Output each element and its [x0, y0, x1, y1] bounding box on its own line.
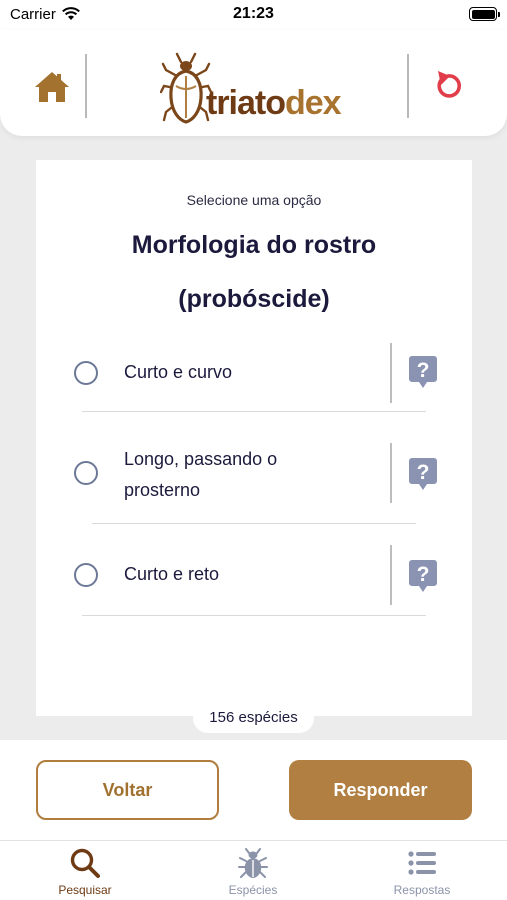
option-separator — [82, 615, 426, 616]
option-separator — [82, 411, 426, 412]
refresh-icon — [437, 71, 461, 98]
help-icon[interactable]: ? — [408, 355, 438, 389]
option-divider — [390, 443, 392, 503]
battery-icon — [469, 7, 500, 21]
question-title: Morfologia do rostro (probóscide) — [131, 231, 377, 313]
list-icon — [408, 851, 436, 875]
option-divider — [390, 343, 392, 403]
restart-button[interactable] — [430, 68, 466, 104]
logo-wordmark: triatodex — [206, 84, 342, 122]
bug-icon — [238, 848, 268, 878]
svg-text:?: ? — [417, 563, 430, 586]
question-card: Selecione uma opção Morfologia do rostro… — [36, 160, 472, 716]
home-button[interactable] — [33, 68, 71, 106]
app-logo: triatodex — [160, 52, 342, 124]
svg-text:?: ? — [417, 359, 430, 382]
header-divider-right — [407, 54, 409, 118]
tab-label: Respostas — [393, 883, 451, 897]
option-row[interactable]: Curto e curvo ? — [36, 342, 472, 406]
option-label: Longo, passando o prosterno — [124, 449, 278, 500]
help-icon[interactable]: ? — [408, 457, 438, 491]
option-label: Curto e reto — [124, 564, 220, 584]
answer-button[interactable]: Responder — [289, 760, 472, 820]
back-button[interactable]: Voltar — [36, 760, 219, 820]
radio-button[interactable] — [74, 461, 98, 485]
species-count-badge: 156 espécies — [193, 703, 314, 733]
radio-button[interactable] — [74, 361, 98, 385]
search-icon — [70, 848, 100, 878]
app-header: triatodex — [0, 30, 507, 136]
tab-label: Pesquisar — [58, 883, 112, 897]
option-row[interactable]: Curto e reto ? — [36, 544, 472, 608]
status-bar: Carrier 21:23 — [0, 0, 507, 30]
home-icon — [35, 72, 69, 102]
option-divider — [390, 545, 392, 605]
bug-logo-icon — [160, 52, 212, 124]
help-icon[interactable]: ? — [408, 559, 438, 593]
tab-species[interactable]: Espécies — [198, 847, 308, 897]
action-bar: Voltar Responder — [0, 740, 507, 840]
tab-answers[interactable]: Respostas — [367, 847, 477, 897]
option-separator — [92, 523, 416, 524]
header-divider-left — [85, 54, 87, 118]
tab-bar: Pesquisar Espécies Respostas — [0, 840, 507, 900]
option-row[interactable]: Longo, passando o prosterno ? — [36, 442, 472, 506]
question-prompt: Selecione uma opção — [186, 192, 322, 208]
option-label: Curto e curvo — [124, 362, 233, 382]
radio-button[interactable] — [74, 563, 98, 587]
tab-label: Espécies — [228, 883, 278, 897]
svg-text:?: ? — [417, 461, 430, 484]
tab-search[interactable]: Pesquisar — [30, 847, 140, 897]
clock: 21:23 — [233, 5, 274, 22]
